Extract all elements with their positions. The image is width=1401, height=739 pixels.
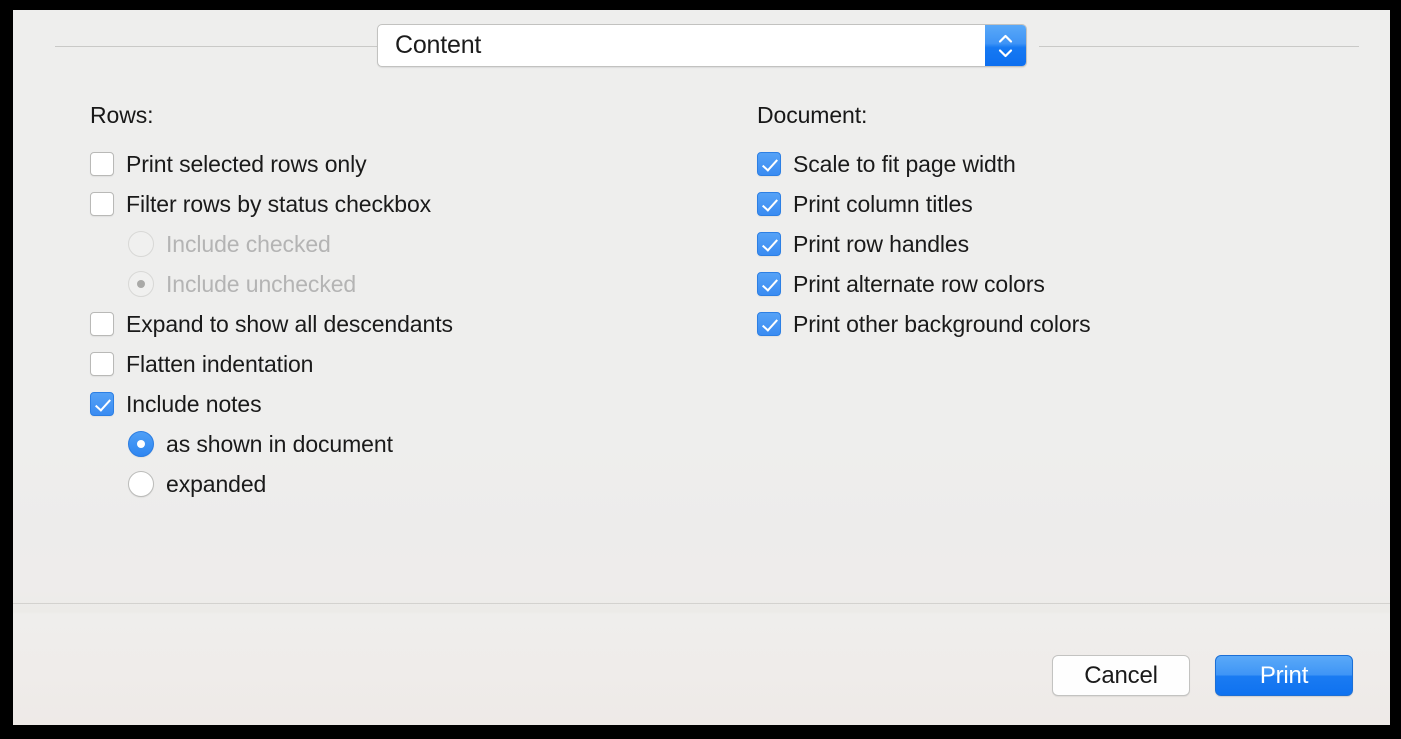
- checkbox-print-row-handles[interactable]: [757, 232, 781, 256]
- option-label: Expand to show all descendants: [126, 310, 453, 337]
- option-label: Print other background colors: [793, 310, 1091, 337]
- rows-option-expanded[interactable]: expanded: [90, 464, 453, 504]
- option-label: Print column titles: [793, 190, 973, 217]
- rows-option-flatten-indentation[interactable]: Flatten indentation: [90, 344, 453, 384]
- option-label: Include notes: [126, 390, 262, 417]
- sheet-header: Content: [13, 10, 1390, 102]
- chevron-up-down-icon[interactable]: [985, 25, 1026, 66]
- radio-expanded[interactable]: [128, 471, 154, 497]
- option-label: Scale to fit page width: [793, 150, 1016, 177]
- action-button-row: Cancel Print: [1052, 655, 1353, 696]
- document-option-print-column-titles[interactable]: Print column titles: [757, 184, 1091, 224]
- document-option-print-row-handles[interactable]: Print row handles: [757, 224, 1091, 264]
- option-label: as shown in document: [166, 430, 393, 457]
- checkbox-include-notes[interactable]: [90, 392, 114, 416]
- document-section-title: Document:: [757, 102, 868, 128]
- document-option-print-other-background-colors[interactable]: Print other background colors: [757, 304, 1091, 344]
- option-label: Print alternate row colors: [793, 270, 1045, 297]
- option-label: expanded: [166, 470, 267, 497]
- header-divider-left: [55, 46, 377, 47]
- rows-option-print-selected-rows-only[interactable]: Print selected rows only: [90, 144, 453, 184]
- checkbox-flatten-indentation[interactable]: [90, 352, 114, 376]
- checkbox-expand-to-show-all-descendants[interactable]: [90, 312, 114, 336]
- rows-option-include-checked: Include checked: [90, 224, 453, 264]
- pane-selector-value: Content: [395, 31, 482, 59]
- rows-option-as-shown-in-document[interactable]: as shown in document: [90, 424, 453, 464]
- rows-option-include-unchecked: Include unchecked: [90, 264, 453, 304]
- option-label: Print row handles: [793, 230, 969, 257]
- checkbox-scale-to-fit-page-width[interactable]: [757, 152, 781, 176]
- option-label: Include unchecked: [166, 270, 357, 297]
- checkbox-print-other-background-colors[interactable]: [757, 312, 781, 336]
- radio-as-shown-in-document[interactable]: [128, 431, 154, 457]
- document-option-scale-to-fit-page-width[interactable]: Scale to fit page width: [757, 144, 1091, 184]
- rows-section-title: Rows:: [90, 102, 154, 128]
- document-section: Document: Scale to fit page width Print c…: [757, 102, 1091, 344]
- rows-option-filter-rows-by-status-checkbox[interactable]: Filter rows by status checkbox: [90, 184, 453, 224]
- cancel-button[interactable]: Cancel: [1052, 655, 1190, 696]
- sheet-body: Rows: Print selected rows only Filter row…: [13, 102, 1390, 602]
- document-option-list: Scale to fit page width Print column titl…: [757, 144, 1091, 344]
- document-option-print-alternate-row-colors[interactable]: Print alternate row colors: [757, 264, 1091, 304]
- rows-option-list: Print selected rows only Filter rows by s…: [90, 144, 453, 504]
- rows-option-expand-to-show-all-descendants[interactable]: Expand to show all descendants: [90, 304, 453, 344]
- option-label: Filter rows by status checkbox: [126, 190, 432, 217]
- option-label: Include checked: [166, 230, 331, 257]
- rows-section: Rows: Print selected rows only Filter row…: [90, 102, 453, 504]
- checkbox-filter-rows-by-status-checkbox[interactable]: [90, 192, 114, 216]
- option-label: Print selected rows only: [126, 150, 367, 177]
- radio-include-unchecked: [128, 271, 154, 297]
- pane-selector-popup-button[interactable]: Content: [377, 24, 1027, 67]
- radio-include-checked: [128, 231, 154, 257]
- option-label: Flatten indentation: [126, 350, 314, 377]
- print-button[interactable]: Print: [1215, 655, 1353, 696]
- rows-option-include-notes[interactable]: Include notes: [90, 384, 453, 424]
- print-options-sheet: Content Rows: Print selected rows only Fi…: [13, 10, 1390, 725]
- checkbox-print-column-titles[interactable]: [757, 192, 781, 216]
- sheet-footer: Cancel Print: [13, 604, 1390, 725]
- screen-frame: Content Rows: Print selected rows only Fi…: [0, 0, 1401, 739]
- header-divider-right: [1039, 46, 1359, 47]
- checkbox-print-selected-rows-only[interactable]: [90, 152, 114, 176]
- checkbox-print-alternate-row-colors[interactable]: [757, 272, 781, 296]
